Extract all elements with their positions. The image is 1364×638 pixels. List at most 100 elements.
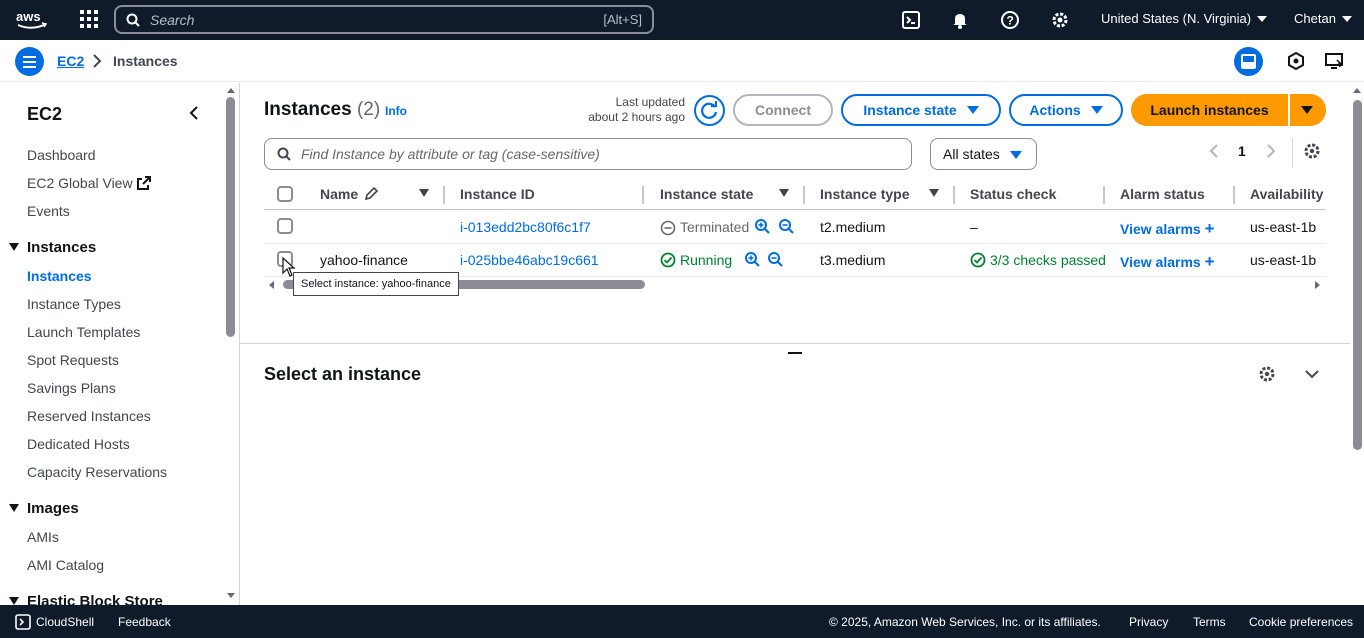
view-alarms-link[interactable]: View alarms + — [1120, 219, 1215, 239]
sidebar-section-images[interactable]: Images — [27, 500, 79, 517]
launch-instances-button[interactable]: Launch instances — [1131, 94, 1288, 126]
display-settings-icon[interactable] — [1324, 51, 1344, 71]
cell-instance-id-link[interactable]: i-013edd2bc80f6c1f7 — [460, 219, 591, 235]
sidebar-item-global-view[interactable]: EC2 Global View — [27, 175, 151, 191]
column-header-status-check[interactable]: Status check — [970, 186, 1056, 202]
connect-button[interactable]: Connect — [733, 94, 833, 126]
sidebar-item-instance-types[interactable]: Instance Types — [27, 296, 121, 312]
select-all-checkbox[interactable] — [277, 186, 293, 202]
zoom-in-icon[interactable] — [754, 218, 770, 234]
cloudshell-icon[interactable] — [901, 10, 921, 30]
feedback-link[interactable]: Feedback — [118, 615, 171, 629]
previous-page-icon[interactable] — [1208, 143, 1220, 159]
sidebar-item-ami-catalog[interactable]: AMI Catalog — [27, 557, 104, 573]
footer-bar: CloudShell Feedback © 2025, Amazon Web S… — [0, 605, 1364, 638]
cell-availability-zone: us-east-1b — [1250, 219, 1317, 235]
split-panel-settings-gear-icon[interactable] — [1257, 364, 1277, 384]
sidebar-item-reserved-instances[interactable]: Reserved Instances — [27, 408, 151, 424]
sidebar-item-instances[interactable]: Instances — [27, 268, 92, 284]
sidebar-section-ebs[interactable]: Elastic Block Store — [27, 593, 163, 605]
instance-state-button[interactable]: Instance state — [841, 94, 1001, 126]
column-header-availability[interactable]: Availability — [1250, 186, 1323, 202]
split-panel-toggle[interactable] — [1234, 47, 1263, 76]
column-resizer[interactable] — [1233, 186, 1235, 204]
column-resizer[interactable] — [953, 186, 955, 204]
scroll-down-arrow[interactable] — [227, 593, 235, 598]
sidebar-item-launch-templates[interactable]: Launch Templates — [27, 324, 140, 340]
sidebar-item-capacity-reservations[interactable]: Capacity Reservations — [27, 464, 167, 480]
help-icon[interactable]: ? — [1000, 10, 1020, 30]
privacy-link[interactable]: Privacy — [1129, 615, 1168, 629]
sidebar-item-events[interactable]: Events — [27, 203, 70, 219]
scroll-up-arrow[interactable] — [1353, 88, 1361, 93]
breadcrumb-ec2-link[interactable]: EC2 — [57, 53, 84, 69]
cell-instance-id-link[interactable]: i-025bbe46abc19c661 — [460, 252, 599, 268]
terms-link[interactable]: Terms — [1193, 615, 1226, 629]
close-sidebar-icon[interactable] — [188, 105, 200, 121]
view-alarms-link[interactable]: View alarms + — [1120, 252, 1215, 272]
state-filter-value: All states — [943, 146, 1000, 162]
scroll-up-arrow[interactable] — [227, 88, 235, 93]
row-checkbox[interactable] — [277, 218, 293, 234]
column-resizer[interactable] — [443, 186, 445, 204]
sort-caret-icon[interactable] — [929, 189, 939, 197]
region-selector[interactable]: United States (N. Virginia) — [1101, 11, 1268, 26]
column-header-name[interactable]: Name — [320, 186, 358, 202]
cell-status-check: – — [970, 219, 978, 235]
caret-down-icon — [1301, 106, 1313, 114]
caret-down-icon[interactable] — [9, 597, 19, 605]
column-header-instance-id[interactable]: Instance ID — [460, 186, 535, 202]
cell-instance-state: Terminated — [680, 219, 750, 235]
refresh-button[interactable] — [694, 95, 725, 126]
zoom-in-icon[interactable] — [744, 251, 760, 267]
zoom-out-icon[interactable] — [778, 218, 794, 234]
split-panel-divider — [240, 343, 1350, 344]
column-resizer[interactable] — [803, 186, 805, 204]
instance-filter-input[interactable]: Find Instance by attribute or tag (case-… — [264, 138, 912, 170]
column-header-instance-type[interactable]: Instance type — [820, 186, 909, 202]
table-preferences-gear-icon[interactable] — [1302, 141, 1322, 161]
column-resizer[interactable] — [642, 186, 644, 204]
aws-logo[interactable]: aws — [15, 9, 49, 31]
zoom-out-icon[interactable] — [767, 251, 783, 267]
column-resizer[interactable] — [1103, 186, 1105, 204]
info-link[interactable]: Info — [385, 104, 407, 118]
cloudshell-link[interactable]: CloudShell — [36, 615, 94, 629]
current-page[interactable]: 1 — [1238, 143, 1246, 159]
sort-caret-icon[interactable] — [779, 189, 789, 197]
collapse-chevron-down-icon[interactable] — [1304, 367, 1320, 381]
sidebar-item-dashboard[interactable]: Dashboard — [27, 147, 96, 163]
notifications-bell-icon[interactable] — [950, 10, 970, 30]
launch-instances-dropdown[interactable] — [1290, 94, 1326, 126]
table-row[interactable]: i-013edd2bc80f6c1f7 Terminated t2.medium… — [264, 211, 1326, 244]
search-icon — [126, 13, 140, 27]
cookie-preferences-link[interactable]: Cookie preferences — [1249, 615, 1353, 629]
sidebar-scrollbar[interactable] — [226, 97, 235, 337]
tools-panel-icon[interactable] — [1286, 51, 1306, 71]
sidebar-item-amis[interactable]: AMIs — [27, 529, 59, 545]
scroll-right-arrow[interactable] — [1315, 281, 1320, 289]
state-filter-select[interactable]: All states — [930, 138, 1037, 170]
global-search-input[interactable]: Search [Alt+S] — [114, 5, 654, 34]
actions-button[interactable]: Actions — [1009, 94, 1123, 126]
side-navigation-toggle[interactable] — [15, 47, 44, 76]
services-grid-icon[interactable] — [80, 10, 98, 28]
column-header-instance-state[interactable]: Instance state — [660, 186, 753, 202]
sidebar-item-spot-requests[interactable]: Spot Requests — [27, 352, 119, 368]
sidebar-item-dedicated-hosts[interactable]: Dedicated Hosts — [27, 436, 130, 452]
sort-caret-icon[interactable] — [419, 189, 429, 197]
main-vertical-scrollbar[interactable] — [1353, 100, 1362, 450]
copyright-text: © 2025, Amazon Web Services, Inc. or its… — [829, 615, 1101, 629]
column-header-alarm-status[interactable]: Alarm status — [1120, 186, 1205, 202]
settings-gear-icon[interactable] — [1050, 10, 1070, 30]
split-panel-resize-handle[interactable] — [788, 352, 802, 354]
account-menu[interactable]: Chetan — [1294, 11, 1352, 26]
sidebar-item-savings-plans[interactable]: Savings Plans — [27, 380, 116, 396]
scroll-left-arrow[interactable] — [269, 281, 274, 289]
cloudshell-icon — [15, 614, 31, 630]
sidebar-section-instances[interactable]: Instances — [27, 239, 96, 256]
caret-down-icon[interactable] — [9, 504, 19, 512]
caret-down-icon[interactable] — [9, 243, 19, 251]
next-page-icon[interactable] — [1265, 143, 1277, 159]
search-icon — [277, 147, 291, 161]
